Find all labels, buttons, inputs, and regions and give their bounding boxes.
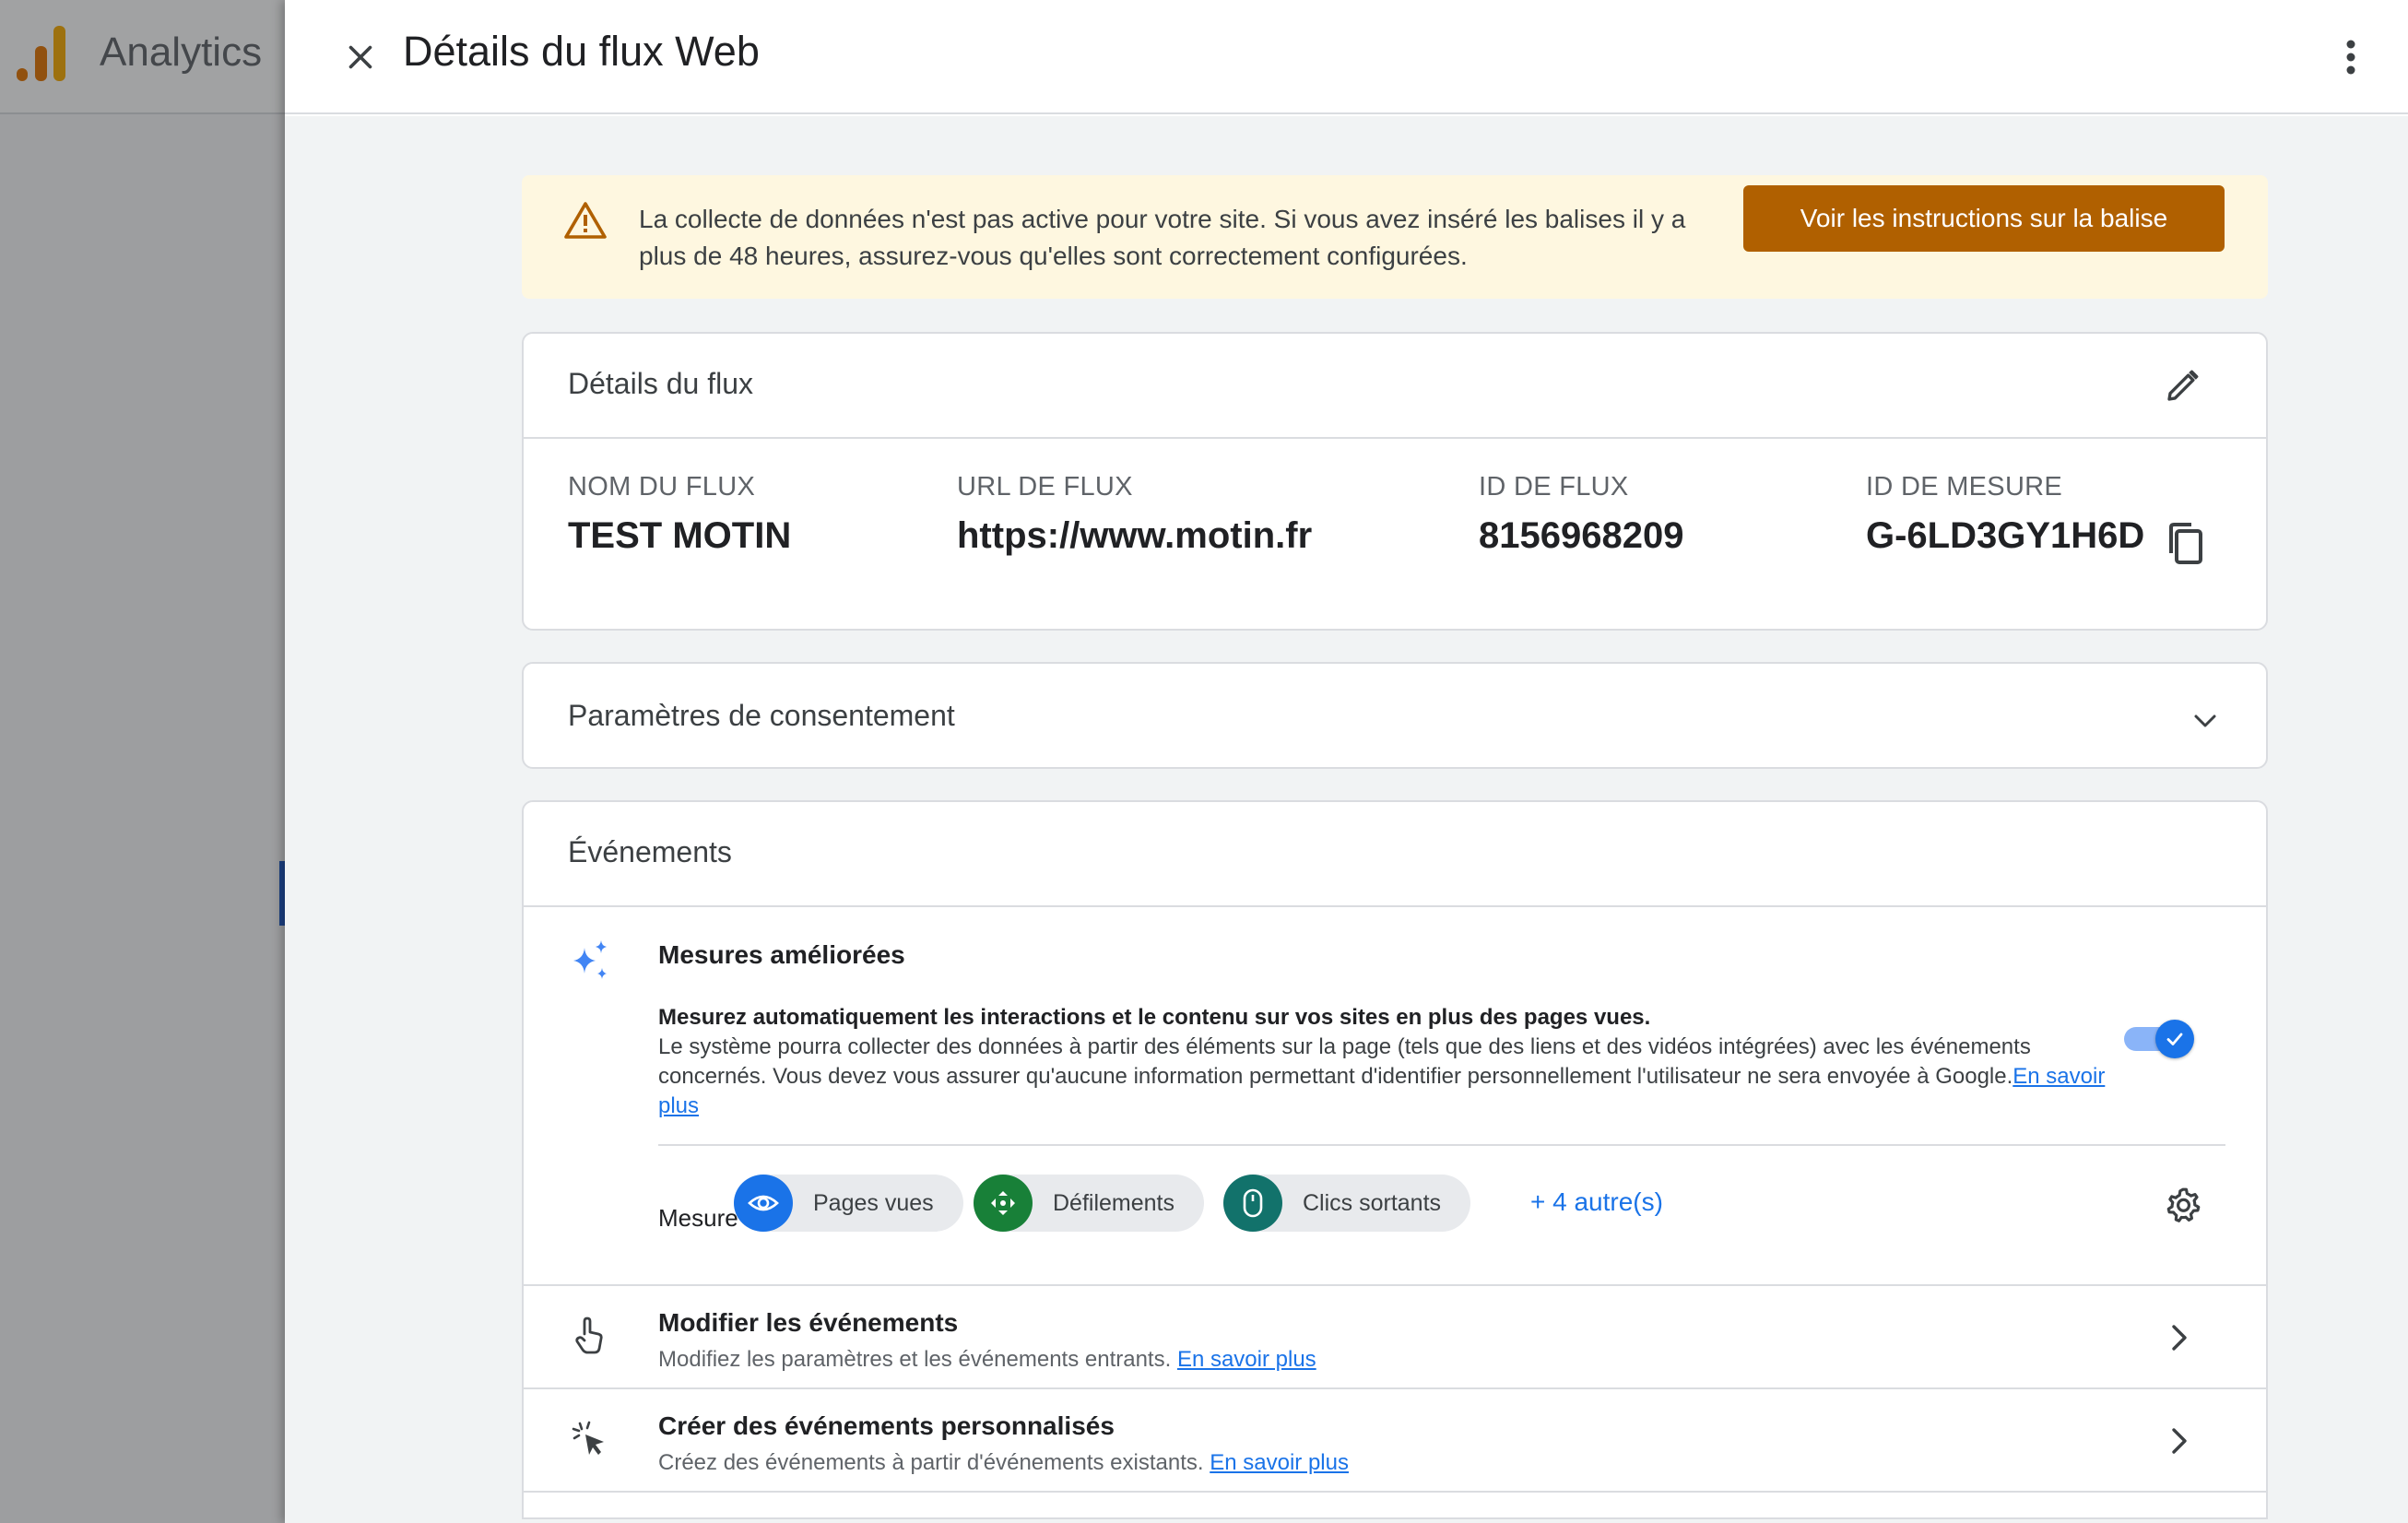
modify-events-learn-more-link[interactable]: En savoir plus — [1177, 1347, 1316, 1372]
warning-icon — [564, 202, 607, 239]
chevron-down-icon — [2189, 704, 2222, 738]
edit-stream-button[interactable] — [2159, 363, 2205, 409]
enhanced-measurement-title: Mesures améliorées — [658, 940, 905, 969]
drawer-title: Détails du flux Web — [403, 28, 760, 75]
toggle-knob — [2155, 1020, 2194, 1058]
events-title: Événements — [568, 835, 732, 868]
stream-details-card: Détails du flux NOM DU FLUX TEST MOTIN U… — [522, 332, 2268, 631]
close-button[interactable] — [335, 31, 386, 83]
drawer-header: Détails du flux Web — [285, 0, 2408, 114]
chip-scrolls[interactable]: Défilements — [974, 1175, 1204, 1232]
events-card: Événements Mesures améliorées Mesurez au… — [522, 800, 2268, 1519]
more-vert-icon — [2346, 40, 2355, 75]
data-collection-warning-banner: La collecte de données n'est pas active … — [522, 175, 2268, 299]
mouse-icon — [1223, 1175, 1282, 1232]
more-options-button[interactable] — [2325, 31, 2377, 83]
chip-page-views[interactable]: Pages vues — [734, 1175, 963, 1232]
create-custom-events-title: Créer des événements personnalisés — [658, 1411, 1115, 1440]
view-tag-instructions-button[interactable]: Voir les instructions sur la balise — [1743, 185, 2225, 252]
stream-id-label: ID DE FLUX — [1479, 472, 1629, 502]
enhanced-measurement-body: Le système pourra collecter des données … — [658, 1034, 2031, 1089]
chip-scrolls-label: Défilements — [1053, 1189, 1174, 1216]
eye-icon — [734, 1175, 793, 1232]
stream-details-title: Détails du flux — [568, 367, 753, 400]
touch-hand-icon — [568, 1314, 612, 1358]
stream-id-value: 8156968209 — [1479, 515, 1684, 556]
measurement-id-field: ID DE MESURE G-6LD3GY1H6D — [1866, 472, 2144, 557]
chevron-right-icon — [2161, 1319, 2198, 1356]
chip-outbound-clicks[interactable]: Clics sortants — [1223, 1175, 1471, 1232]
divider — [658, 1144, 2225, 1146]
stream-url-field: URL DE FLUX https://www.motin.fr — [957, 472, 1312, 557]
create-custom-events-row[interactable]: Créer des événements personnalisés Créez… — [524, 1389, 2266, 1493]
more-measures-link[interactable]: + 4 autre(s) — [1530, 1187, 1663, 1217]
create-custom-events-subtitle: Créez des événements à partir d'événemen… — [658, 1450, 1349, 1475]
enhanced-measurement-settings-button[interactable] — [2161, 1184, 2205, 1228]
sparkle-icon — [573, 940, 607, 979]
copy-icon — [2169, 523, 2202, 564]
modify-events-subtitle: Modifiez les paramètres et les événement… — [658, 1347, 1316, 1372]
close-icon — [348, 45, 372, 69]
consent-settings-title: Paramètres de consentement — [568, 699, 955, 732]
create-custom-events-learn-more-link[interactable]: En savoir plus — [1210, 1450, 1349, 1475]
content-column: La collecte de données n'est pas active … — [522, 175, 2268, 1519]
stream-url-label: URL DE FLUX — [957, 472, 1133, 502]
cursor-click-icon — [568, 1417, 612, 1461]
enhanced-measurement-description: Mesurez automatiquement les interactions… — [658, 1003, 2106, 1121]
drawer-body: La collecte de données n'est pas active … — [285, 116, 2408, 1523]
check-icon — [2166, 1033, 2183, 1045]
chip-outbound-clicks-label: Clics sortants — [1303, 1189, 1442, 1216]
modify-events-title: Modifier les événements — [658, 1308, 959, 1337]
measurement-id-label: ID DE MESURE — [1866, 472, 2063, 502]
events-header: Événements — [524, 802, 2266, 907]
enhanced-measurement-section: Mesures améliorées Mesurez automatiqueme… — [524, 907, 2266, 1286]
copy-measurement-id-button[interactable] — [2163, 520, 2209, 568]
measurement-id-value: G-6LD3GY1H6D — [1866, 515, 2145, 556]
stream-id-field: ID DE FLUX 8156968209 — [1479, 472, 1683, 557]
scroll-arrows-icon — [974, 1175, 1033, 1232]
stream-details-drawer: Détails du flux Web La collecte de donné… — [285, 0, 2408, 1523]
stream-name-label: NOM DU FLUX — [568, 472, 756, 502]
stream-url-value: https://www.motin.fr — [957, 515, 1313, 556]
edit-pencil-icon — [2167, 370, 2199, 401]
stream-name-field: NOM DU FLUX TEST MOTIN — [568, 472, 791, 557]
chevron-right-icon — [2161, 1423, 2198, 1459]
gear-icon — [2166, 1187, 2201, 1222]
stream-details-header: Détails du flux — [524, 334, 2266, 439]
consent-settings-card[interactable]: Paramètres de consentement — [522, 662, 2268, 769]
enhanced-measurement-toggle[interactable] — [2124, 1018, 2194, 1058]
stream-name-value: TEST MOTIN — [568, 515, 792, 556]
chip-page-views-label: Pages vues — [813, 1189, 934, 1216]
enhanced-measurement-lead: Mesurez automatiquement les interactions… — [658, 1005, 1651, 1030]
modify-events-row[interactable]: Modifier les événements Modifiez les par… — [524, 1286, 2266, 1389]
